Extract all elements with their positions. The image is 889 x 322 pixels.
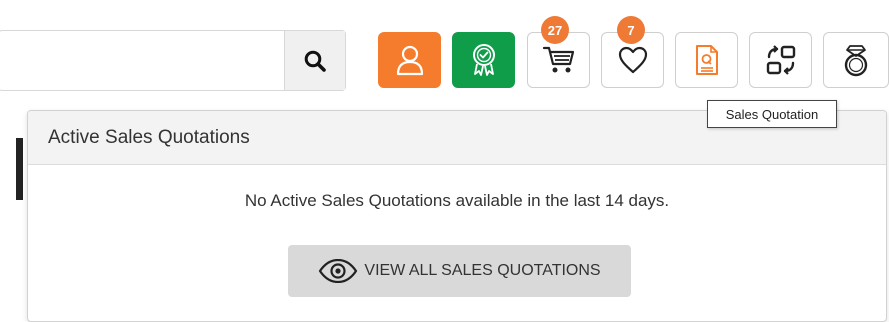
ring-button[interactable]	[823, 32, 889, 88]
view-all-sales-quotations-button[interactable]: VIEW ALL SALES QUOTATIONS	[288, 245, 631, 297]
sales-quotation-tooltip: Sales Quotation	[707, 100, 837, 128]
quotation-document-icon	[695, 45, 718, 75]
sales-quotation-button[interactable]	[675, 32, 738, 88]
search-input[interactable]	[0, 31, 284, 90]
empty-state-message: No Active Sales Quotations available in …	[244, 191, 670, 210]
user-icon	[396, 45, 423, 76]
search-icon	[304, 50, 326, 72]
cart-count-badge: 27	[541, 16, 569, 44]
cart-icon	[542, 46, 574, 73]
search-button[interactable]	[284, 31, 345, 90]
exchange-icon	[766, 45, 795, 75]
heart-icon	[618, 46, 647, 74]
account-button[interactable]	[378, 32, 441, 88]
background-strip	[16, 138, 23, 200]
view-all-label: VIEW ALL SALES QUOTATIONS	[364, 262, 601, 279]
search-box	[0, 30, 346, 91]
exchange-button[interactable]	[749, 32, 812, 88]
eye-icon	[319, 259, 358, 283]
wishlist-count-badge: 7	[617, 16, 645, 44]
ring-icon	[844, 45, 868, 77]
sales-quotations-panel: Active Sales Quotations No Active Sales …	[27, 110, 887, 322]
award-ribbon-icon	[472, 44, 495, 76]
rewards-button[interactable]	[452, 32, 515, 88]
